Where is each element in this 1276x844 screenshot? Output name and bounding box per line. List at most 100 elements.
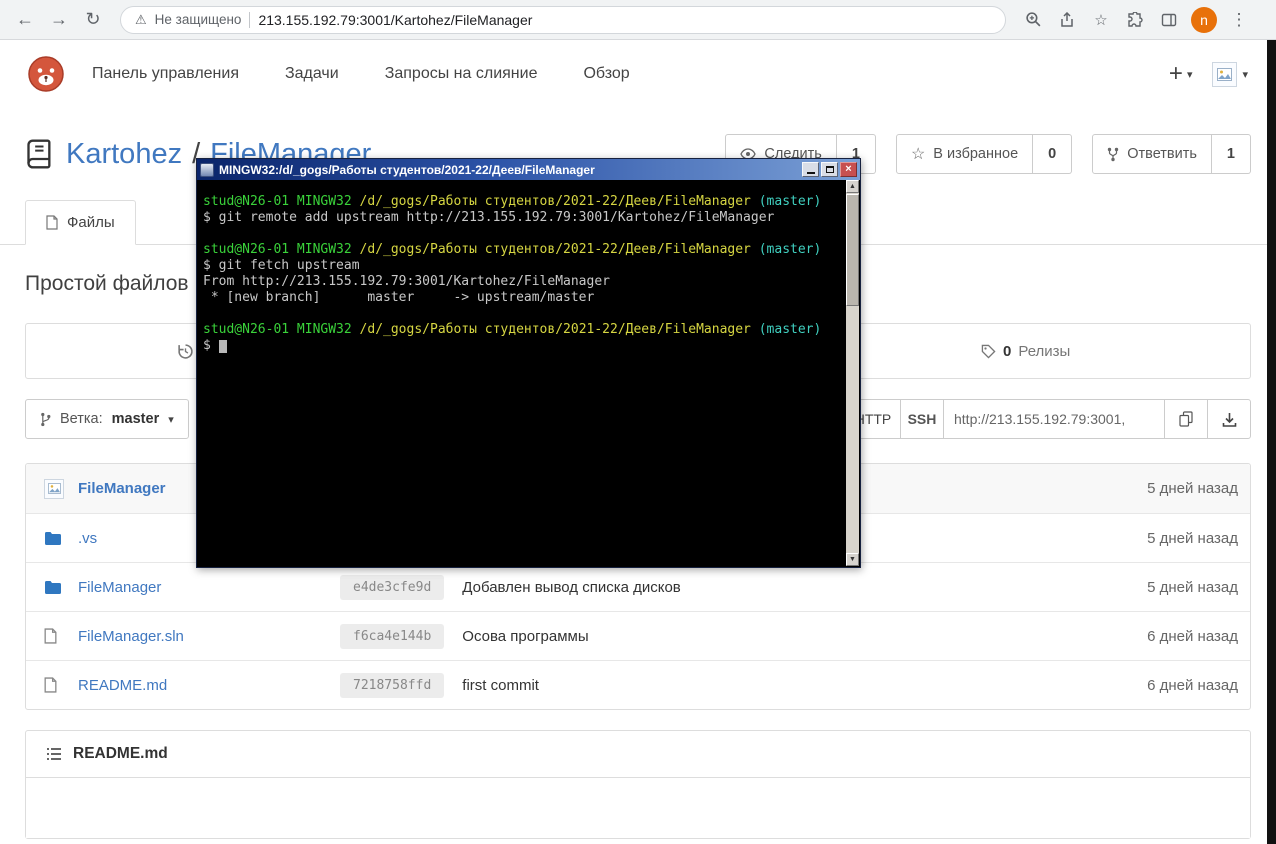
commits-history-icon: [177, 343, 194, 360]
download-button[interactable]: [1207, 399, 1251, 439]
table-row: README.md 7218758ffd first commit 6 дней…: [26, 660, 1250, 709]
file-age: 5 дней назад: [1147, 529, 1238, 547]
file-link[interactable]: FileManager.sln: [78, 628, 340, 645]
back-icon[interactable]: ←: [10, 9, 40, 30]
terminal-prompt-line: stud@N26-01 MINGW32 /d/_gogs/Работы студ…: [203, 322, 822, 337]
share-icon[interactable]: [1052, 11, 1082, 28]
list-icon: [46, 747, 62, 761]
nav-item-issues[interactable]: Задачи: [285, 65, 339, 83]
terminal-output-line: * [new branch] master -> upstream/master: [203, 290, 595, 305]
terminal-output-line: From http://213.155.192.79:3001/Kartohez…: [203, 274, 610, 289]
address-divider: [249, 11, 251, 28]
forward-icon[interactable]: →: [44, 9, 74, 30]
commit-sha-link[interactable]: e4de3cfe9d: [340, 574, 445, 600]
refresh-icon[interactable]: ↻: [78, 9, 108, 30]
terminal-title: MINGW32:/d/_gogs/Работы студентов/2021-2…: [219, 162, 595, 177]
tab-files[interactable]: Файлы: [25, 200, 136, 245]
releases-count: 0: [1003, 342, 1012, 360]
fork-button[interactable]: Ответвить: [1092, 134, 1212, 174]
nav-item-pull-requests[interactable]: Запросы на слияние: [385, 65, 538, 83]
branch-prefix-label: Ветка:: [60, 411, 103, 427]
commit-sha-link[interactable]: f6ca4e144b: [340, 623, 445, 649]
file-age: 6 дней назад: [1147, 627, 1238, 645]
minimize-button[interactable]: [802, 162, 819, 177]
terminal-command-line: $ git fetch upstream: [203, 258, 360, 273]
sidebar-icon[interactable]: [1154, 12, 1184, 28]
caret-down-icon: ▾: [1186, 68, 1193, 81]
file-link[interactable]: FileManager: [78, 579, 340, 596]
fork-button-group: Ответвить 1: [1092, 134, 1251, 174]
folder-icon: [44, 531, 78, 545]
page: ← → ↻ ⚠ Не защищено 213.155.192.79:3001/…: [0, 0, 1276, 844]
create-new-button[interactable]: + ▾: [1169, 62, 1193, 86]
scroll-up-icon[interactable]: ▲: [846, 180, 859, 193]
branch-selector[interactable]: Ветка: master ▾: [25, 399, 189, 439]
star-button-group: ☆ В избранное 0: [895, 134, 1073, 174]
file-icon: [46, 215, 58, 230]
terminal-scrollbar[interactable]: ▲ ▼: [846, 180, 859, 566]
table-row: FileManager.sln f6ca4e144b Осова програм…: [26, 611, 1250, 660]
terminal-titlebar[interactable]: MINGW32:/d/_gogs/Работы студентов/2021-2…: [197, 159, 860, 180]
commit-message-link[interactable]: Добавлен вывод списка дисков: [462, 579, 681, 596]
clone-url-group: HTTP SSH: [845, 399, 1251, 439]
repo-owner-link[interactable]: Kartohez: [66, 138, 182, 171]
table-row: FileManager e4de3cfe9d Добавлен вывод сп…: [26, 562, 1250, 611]
close-button[interactable]: ×: [840, 162, 857, 177]
gogs-logo[interactable]: [28, 56, 64, 92]
terminal-window: MINGW32:/d/_gogs/Работы студентов/2021-2…: [196, 158, 861, 568]
profile-avatar[interactable]: n: [1191, 6, 1217, 33]
star-label: В избранное: [933, 146, 1019, 162]
nav-item-dashboard[interactable]: Панель управления: [92, 65, 239, 83]
terminal-input-line: $: [203, 338, 842, 354]
commit-message-link[interactable]: first commit: [462, 677, 539, 694]
terminal-app-icon: [200, 162, 214, 177]
user-menu[interactable]: ▾: [1212, 61, 1248, 87]
star-count[interactable]: 0: [1033, 134, 1073, 174]
terminal-prompt-line: stud@N26-01 MINGW32 /d/_gogs/Работы студ…: [203, 194, 822, 209]
fork-count[interactable]: 1: [1211, 134, 1251, 174]
readme-body: [26, 778, 1250, 838]
repo-book-icon: [25, 139, 52, 169]
readme-header: README.md: [26, 731, 1250, 778]
star-icon: ☆: [910, 146, 926, 163]
user-avatar: [1212, 61, 1238, 87]
branch-icon: [40, 412, 51, 427]
folder-icon: [44, 580, 78, 594]
file-age: 6 дней назад: [1147, 676, 1238, 694]
bookmark-star-icon[interactable]: ☆: [1086, 11, 1116, 29]
extensions-icon[interactable]: [1120, 11, 1150, 28]
gogs-navbar: Панель управления Задачи Запросы на слия…: [0, 40, 1276, 108]
copy-url-button[interactable]: [1164, 399, 1208, 439]
nav-item-explore[interactable]: Обзор: [583, 65, 629, 83]
fork-label: Ответвить: [1127, 146, 1197, 162]
ssh-protocol-button[interactable]: SSH: [900, 399, 944, 439]
tag-icon: [981, 344, 996, 359]
menu-icon[interactable]: ⋮: [1224, 10, 1254, 30]
maximize-button[interactable]: [821, 162, 838, 177]
commit-message-link[interactable]: Осова программы: [462, 628, 588, 645]
terminal-cursor: [218, 340, 227, 353]
address-url: 213.155.192.79:3001/Kartohez/FileManager: [258, 11, 533, 28]
fork-icon: [1107, 147, 1119, 162]
not-secure-icon: ⚠: [135, 11, 147, 27]
address-bar[interactable]: ⚠ Не защищено 213.155.192.79:3001/Kartoh…: [120, 5, 1006, 34]
committer-avatar: [44, 478, 64, 499]
file-age: 5 дней назад: [1147, 578, 1238, 596]
file-link[interactable]: README.md: [78, 677, 340, 694]
releases-stat[interactable]: 0 Релизы: [981, 324, 1070, 378]
page-scrollbar[interactable]: [1267, 40, 1276, 844]
zoom-icon[interactable]: [1018, 11, 1048, 28]
caret-down-icon: ▾: [168, 413, 174, 426]
terminal-console[interactable]: stud@N26-01 MINGW32 /d/_gogs/Работы студ…: [197, 180, 860, 567]
readme-title: README.md: [73, 745, 168, 762]
clone-url-input[interactable]: [943, 399, 1165, 439]
commit-sha-link[interactable]: 7218758ffd: [340, 672, 445, 698]
branch-name: master: [111, 411, 160, 427]
scrollbar-thumb[interactable]: [846, 194, 859, 306]
browser-toolbar: ← → ↻ ⚠ Не защищено 213.155.192.79:3001/…: [0, 0, 1276, 40]
star-button[interactable]: ☆ В избранное: [895, 134, 1034, 174]
committer-name-link[interactable]: FileManager: [78, 480, 166, 497]
scroll-down-icon[interactable]: ▼: [846, 553, 859, 566]
